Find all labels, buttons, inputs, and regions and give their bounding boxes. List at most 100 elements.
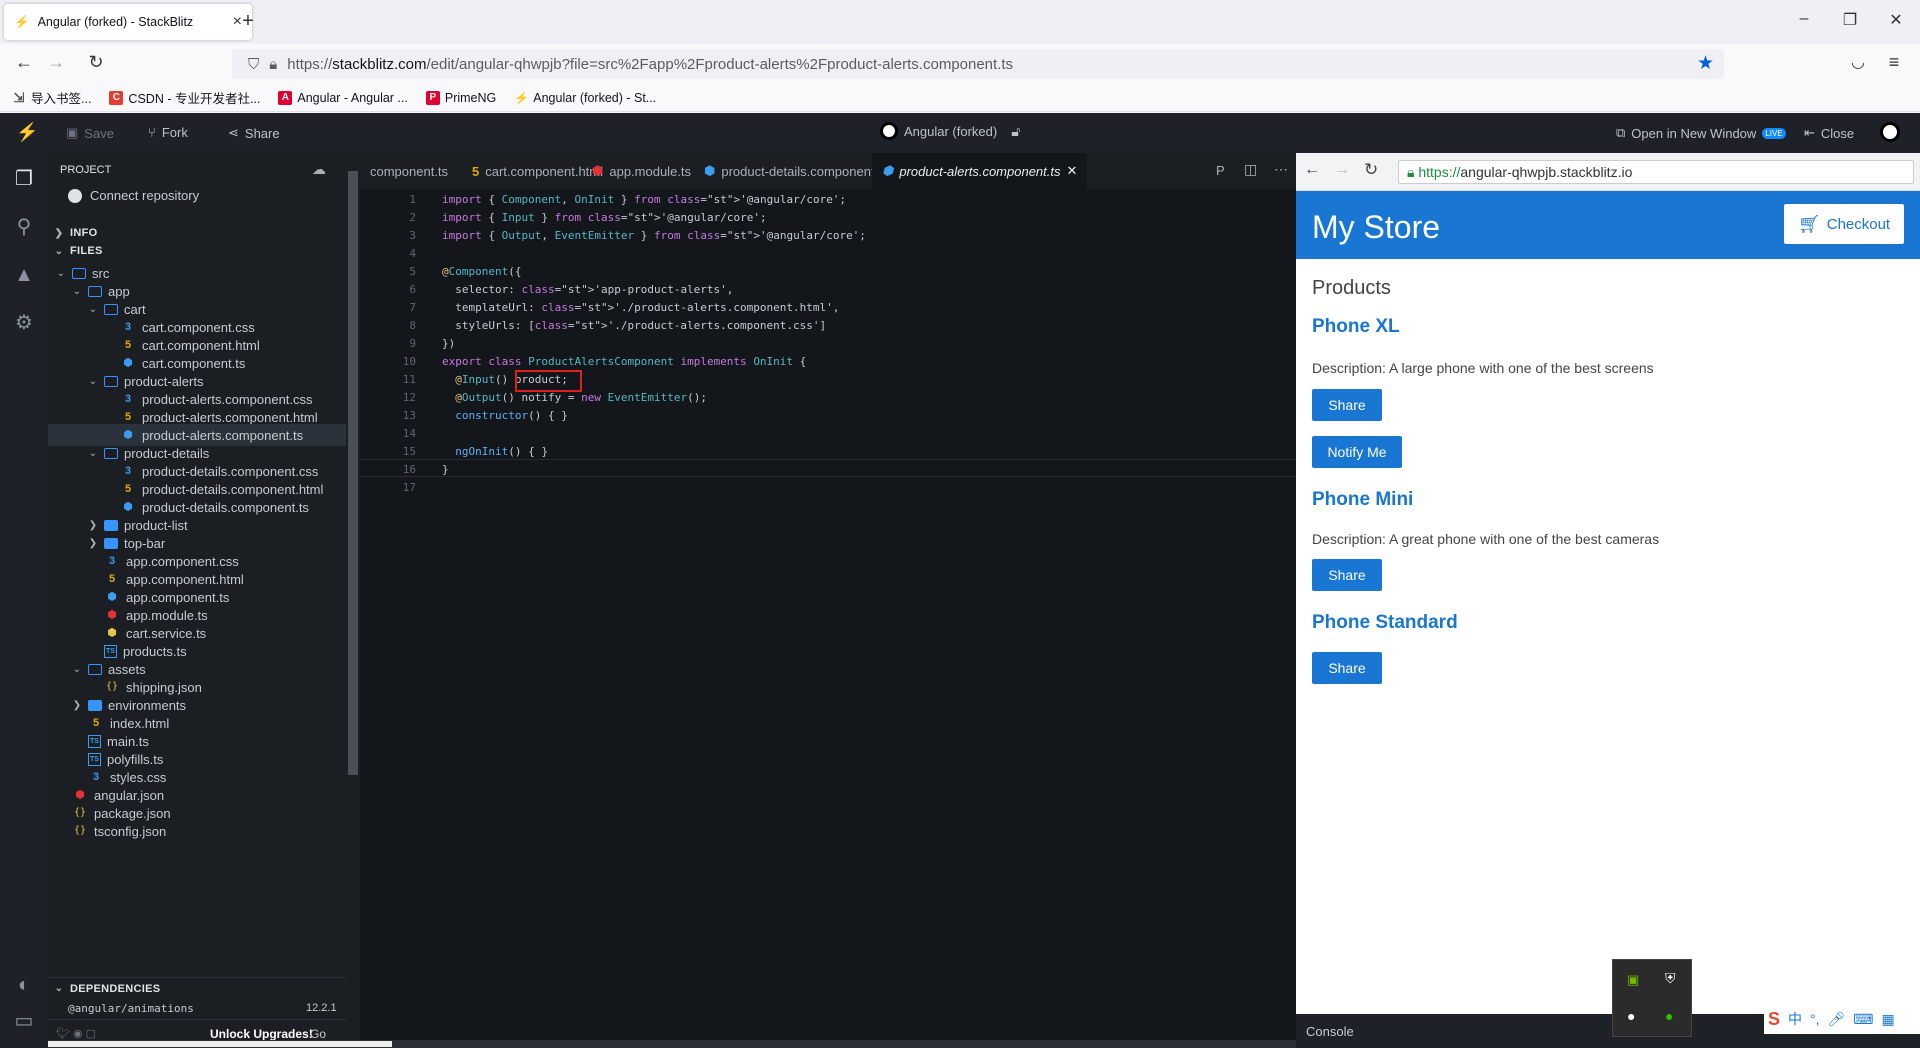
url-scheme: https:// — [287, 55, 333, 73]
editor-tab[interactable]: ⬢ product-alerts.component.ts ✕ — [872, 153, 1088, 189]
url-host: stackblitz.com — [332, 55, 427, 73]
files-section-header[interactable]: ⌄ FILES — [48, 240, 346, 262]
close-tab-icon[interactable]: ✕ — [1067, 163, 1078, 179]
share-button[interactable]: Share — [1312, 559, 1382, 591]
scrollbar-thumb[interactable] — [348, 171, 358, 775]
browser-tab-title: Angular (forked) - StackBlitz — [37, 15, 194, 29]
file-tree-label: assets — [108, 661, 146, 677]
files-icon[interactable]: ❐ — [12, 167, 36, 191]
sogou-logo-icon[interactable]: S — [1768, 1009, 1780, 1030]
ime-menu-icon[interactable]: ▦ — [1882, 1011, 1895, 1028]
file-tree-label: product-details.component.css — [142, 463, 319, 479]
code-editor: component.ts 5 cart.component.html ⬢ app.mod… — [360, 153, 1296, 1048]
code-line: @Component({ — [442, 265, 522, 278]
file-tree-label: product-alerts.component.html — [142, 409, 318, 425]
file-tree-label: product-details.component.html — [142, 481, 324, 497]
close-preview-button[interactable]: ⇤ Close — [1804, 125, 1854, 141]
keyboard-icon[interactable]: ⌨ — [1853, 1011, 1873, 1028]
back-arrow-icon[interactable]: ← — [10, 52, 38, 73]
project-title[interactable]: Angular (forked) 🔓︎ — [880, 122, 1020, 140]
unlock-icon[interactable]: 🔓︎ — [1011, 123, 1020, 140]
share-button[interactable]: ⋖ Share — [228, 125, 280, 141]
product-name-phone-xl[interactable]: Phone XL — [1312, 316, 1400, 338]
nvidia-icon[interactable]: ▣ — [1627, 972, 1639, 988]
editor-tab-bar: component.ts 5 cart.component.html ⬢ app.mod… — [360, 153, 1296, 189]
preview-reload-icon[interactable]: ↻ — [1364, 160, 1378, 180]
checkout-button[interactable]: 🛒︎ Checkout — [1784, 204, 1904, 244]
ime-punctuation-icon[interactable]: °, — [1810, 1011, 1820, 1027]
preview-back-icon[interactable]: ← — [1304, 161, 1320, 179]
layout-icon[interactable]: ▭ — [12, 1009, 36, 1033]
security-shield-icon[interactable]: ⛨ — [1665, 970, 1676, 987]
app-menu-icon[interactable]: ≡ — [1880, 52, 1908, 73]
file-tree-label: app.component.css — [126, 553, 239, 569]
product-name-phone-mini[interactable]: Phone Mini — [1312, 489, 1413, 511]
dependencies-section-header[interactable]: ⌄ DEPENDENCIES — [48, 977, 346, 999]
fork-button[interactable]: ⑂ Fork — [148, 125, 188, 140]
theme-toggle-icon[interactable]: ◐ — [12, 973, 36, 997]
file-tree-item[interactable]: {} tsconfig.json — [48, 820, 346, 842]
connect-repository-button[interactable]: Connect repository — [68, 188, 199, 203]
product-name-phone-standard[interactable]: Phone Standard — [1312, 612, 1458, 634]
stackblitz-logo-icon[interactable]: ⚡ — [16, 122, 38, 143]
reload-icon[interactable]: ↻ — [82, 52, 110, 73]
open-new-window-button[interactable]: ⧉ Open in New Window LIVE — [1616, 125, 1786, 141]
sidebar-scrollbar[interactable] — [346, 153, 360, 1048]
chevron-down-icon: ⌄ — [54, 983, 64, 994]
code-area[interactable]: 1 import { Component, OnInit } from class… — [360, 189, 1296, 989]
user-avatar[interactable] — [1880, 122, 1900, 142]
angular-ts-file-icon: ⬢ — [123, 501, 133, 513]
store-title[interactable]: My Store — [1312, 209, 1440, 246]
browser-tab[interactable]: ⚡ Angular (forked) - StackBlitz × — [4, 4, 252, 40]
json-file-icon: {} — [73, 807, 87, 818]
url-bar[interactable]: ⛉ 🔒︎ https://stackblitz.com/edit/angular… — [232, 49, 1724, 79]
go-link[interactable]: Go — [310, 1027, 326, 1041]
editor-tab[interactable]: ⬢ app.module.ts — [582, 153, 701, 189]
search-icon[interactable]: ⚲ — [12, 215, 36, 239]
notify-me-button[interactable]: Notify Me — [1312, 436, 1402, 468]
microphone-icon[interactable]: 🎤︎ — [1828, 1011, 1846, 1028]
wechat-icon[interactable]: ● — [1665, 1008, 1673, 1024]
file-tree-label: app.module.ts — [126, 607, 208, 623]
bookmark-star-icon[interactable]: ★ — [1697, 52, 1714, 75]
pocket-icon[interactable]: ◡ — [1844, 52, 1872, 72]
bookmark-import[interactable]: ⇲ 导入书签... — [12, 88, 92, 107]
restore-icon[interactable]: ❐ — [1830, 10, 1870, 30]
editor-tab[interactable]: component.ts — [360, 153, 458, 189]
share-button[interactable]: Share — [1312, 652, 1382, 684]
file-explorer: PROJECT ☁ Connect repository ❯ INFO ⌄ FILE… — [48, 153, 346, 1048]
settings-gear-icon[interactable]: ⚙ — [12, 311, 36, 335]
qq-penguin-icon[interactable]: ● — [1627, 1008, 1635, 1024]
css-file-icon: 3 — [124, 321, 132, 333]
split-editor-icon[interactable]: ◫ — [1244, 161, 1257, 178]
minimize-icon[interactable]: – — [1784, 10, 1824, 28]
ime-language-icon[interactable]: 中 — [1788, 1009, 1802, 1029]
angular-ts-file-icon: ⬢ — [882, 163, 894, 178]
firebase-icon[interactable]: ▲ — [12, 263, 36, 287]
bookmark-angular[interactable]: A Angular - Angular ... — [278, 90, 408, 105]
json-file-icon: {} — [73, 825, 87, 836]
preview-url-input[interactable]: 🔒︎ https://angular-qhwpjb.stackblitz.io — [1398, 160, 1914, 184]
new-tab-plus-icon[interactable]: + — [236, 10, 260, 33]
bookmark-csdn[interactable]: C CSDN - 专业开发者社... — [109, 88, 260, 107]
preview-forward-icon[interactable]: → — [1334, 161, 1350, 179]
cloud-upload-icon[interactable]: ☁ — [312, 161, 326, 178]
save-button[interactable]: ▣ Save — [66, 125, 114, 141]
file-tree-label: app — [108, 283, 130, 299]
forward-arrow-icon[interactable]: → — [42, 52, 70, 73]
social-icons[interactable]: 🐦︎ ◉ ▢ — [56, 1027, 96, 1040]
scrollbar-thumb[interactable] — [48, 1041, 392, 1047]
preview-pane: ← → ↻ 🔒︎ https://angular-qhwpjb.stackbli… — [1296, 153, 1920, 1048]
bookmark-primeng[interactable]: P PrimeNG — [425, 90, 496, 105]
bookmark-stackblitz[interactable]: ⚡ Angular (forked) - St... — [514, 91, 656, 105]
share-button[interactable]: Share — [1312, 389, 1382, 421]
editor-tab[interactable]: ⬢ product-details.component.ts — [694, 153, 898, 189]
editor-horizontal-scrollbar[interactable] — [48, 1040, 1296, 1048]
close-window-icon[interactable]: ✕ — [1876, 10, 1916, 30]
typescript-file-icon: TS — [88, 752, 101, 766]
more-actions-icon[interactable]: ⋯ — [1274, 161, 1288, 178]
dependency-name[interactable]: @angular/animations — [68, 1002, 194, 1015]
chevron-down-icon: ⌄ — [72, 285, 82, 297]
preview-toggle-icon[interactable]: P — [1216, 163, 1225, 178]
chevron-down-icon: ⌄ — [88, 447, 98, 459]
